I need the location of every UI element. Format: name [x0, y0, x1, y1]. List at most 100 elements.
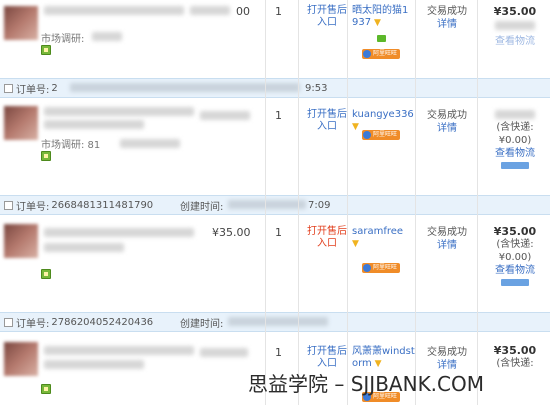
column-divider	[298, 0, 299, 405]
snapshot-icon[interactable]	[41, 45, 51, 55]
order-number: 2	[51, 82, 58, 94]
status-text: 交易成功	[427, 110, 467, 121]
snapshot-icon[interactable]	[41, 151, 51, 161]
details-link[interactable]: 详情	[422, 239, 472, 252]
product-title-blurred-2	[44, 243, 124, 252]
column-divider	[477, 0, 478, 405]
product-title-blurred-2	[44, 360, 144, 369]
order-header-bar: 订单号: 2668481311481790 创建时间: 7:09	[0, 195, 550, 215]
column-divider	[415, 0, 416, 405]
product-title-blurred[interactable]	[44, 228, 194, 237]
price-blurred	[190, 6, 230, 15]
order-total: ¥35.00 (含快递: ¥0.00) 查看物流	[482, 225, 548, 290]
shipping-amount: ¥0.00)	[498, 252, 532, 263]
shipping-amount: ¥0.00)	[498, 135, 532, 146]
column-divider	[265, 0, 266, 405]
product-thumbnail[interactable]	[4, 342, 38, 376]
subtext-blurred	[92, 32, 122, 41]
order-status: 交易成功 详情	[422, 109, 472, 135]
product-title-blurred[interactable]	[44, 346, 194, 355]
price-blurred	[200, 348, 248, 357]
status-text: 交易成功	[427, 227, 467, 238]
order-item-row: 市场调研: 81 1 打开售后入口 kuangye336 ▼ 阿里旺旺 交易成功…	[0, 98, 550, 184]
buyer-name-link[interactable]: 风萧萧windstorm ▼	[352, 346, 416, 370]
create-time: 9:53	[305, 82, 328, 94]
more-action-button[interactable]	[501, 162, 529, 169]
buyer-name-link[interactable]: 晒太阳的猫1937 ▼	[352, 5, 412, 29]
product-thumbnail[interactable]	[4, 6, 38, 40]
price-blurred	[200, 111, 250, 120]
order-header-bar: 订单号: 2786204052420436 创建时间:	[0, 312, 550, 332]
item-subtext: 市场调研:	[41, 34, 85, 45]
buyer-name[interactable]: kuangye336	[352, 109, 414, 120]
product-thumbnail[interactable]	[4, 224, 38, 258]
create-time-label: 创建时间:	[180, 318, 224, 330]
product-title-blurred[interactable]	[44, 6, 184, 15]
site-watermark: 思益学院 – SJJBANK.COM	[248, 372, 485, 396]
view-logistics-link[interactable]: 查看物流	[482, 147, 548, 160]
status-text: 交易成功	[427, 347, 467, 358]
item-subtext: 市场调研: 81	[41, 140, 101, 151]
create-time-blurred	[228, 317, 328, 326]
create-time: 7:09	[308, 199, 331, 211]
more-action-button[interactable]	[501, 279, 529, 286]
order-checkbox[interactable]	[4, 200, 13, 210]
order-item-row: ¥35.00 1 打开售后入口 saramfree ▼ 阿里旺旺 交易成功 详情…	[0, 215, 550, 297]
status-text: 交易成功	[427, 6, 467, 17]
quantity: 1	[275, 346, 282, 359]
total-amount: ¥35.00	[493, 225, 537, 238]
snapshot-icon[interactable]	[41, 384, 51, 394]
details-link[interactable]: 详情	[422, 122, 472, 135]
includes-shipping-label: (含快递:	[496, 239, 534, 250]
order-number: 2668481311481790	[51, 199, 154, 211]
unit-price: ¥35.00	[212, 226, 251, 239]
after-sale-entry-link[interactable]: 打开售后入口	[304, 226, 350, 250]
snapshot-icon[interactable]	[41, 269, 51, 279]
quantity: 1	[275, 5, 282, 18]
details-link[interactable]: 详情	[422, 18, 472, 31]
after-sale-entry-link[interactable]: 打开售后入口	[304, 5, 350, 29]
order-number: 2786204052420436	[51, 316, 154, 328]
wangwang-badge[interactable]: 阿里旺旺	[362, 130, 401, 140]
after-sale-entry-link[interactable]: 打开售后入口	[304, 346, 350, 370]
product-title-blurred-2	[44, 120, 144, 129]
view-logistics-link[interactable]: 查看物流	[482, 35, 548, 48]
product-title-blurred[interactable]	[44, 107, 194, 116]
order-total: (含快递: ¥0.00) 查看物流	[482, 107, 548, 173]
order-status: 交易成功 详情	[422, 226, 472, 252]
view-logistics-link[interactable]: 查看物流	[482, 264, 548, 277]
product-thumbnail[interactable]	[4, 106, 38, 140]
quantity: 1	[275, 226, 282, 239]
total-amount: ¥35.00	[493, 5, 537, 18]
message-icon[interactable]	[377, 35, 386, 42]
order-checkbox[interactable]	[4, 83, 13, 93]
column-divider	[347, 0, 348, 405]
flag-icon[interactable]: ▼	[371, 18, 381, 28]
order-number-label: 订单号:	[16, 318, 50, 330]
create-time-blurred	[228, 200, 306, 209]
buyer-name[interactable]: 风萧萧windstorm	[352, 346, 415, 369]
buyer-name-link[interactable]: saramfree ▼	[352, 226, 412, 250]
flag-icon[interactable]: ▼	[352, 239, 359, 249]
order-status: 交易成功 详情	[422, 5, 472, 31]
create-time-label: 创建时间:	[180, 201, 224, 213]
total-blurred	[495, 110, 535, 119]
order-item-row: 市场调研: 00 1 打开售后入口 晒太阳的猫1937 ▼ 阿里旺旺 交易成功 …	[0, 0, 550, 70]
after-sale-entry-link[interactable]: 打开售后入口	[304, 109, 350, 133]
buyer-name[interactable]: saramfree	[352, 226, 403, 237]
includes-shipping-label: (含快递:	[496, 122, 534, 133]
order-number-label: 订单号:	[16, 84, 50, 96]
order-header-bar: 订单号: 2 9:53	[0, 78, 550, 98]
unit-price: 00	[236, 5, 250, 18]
wangwang-badge[interactable]: 阿里旺旺	[362, 263, 401, 273]
order-number-label: 订单号:	[16, 201, 50, 213]
order-checkbox[interactable]	[4, 317, 13, 327]
order-total: ¥35.00 查看物流	[482, 5, 548, 48]
subtext-blurred	[120, 139, 180, 148]
total-amount: ¥35.00	[493, 344, 537, 357]
quantity: 1	[275, 109, 282, 122]
total-blurred	[495, 21, 535, 30]
order-total: ¥35.00 (含快递:	[482, 344, 548, 370]
flag-icon[interactable]: ▼	[352, 122, 359, 132]
wangwang-badge[interactable]: 阿里旺旺	[362, 49, 401, 59]
